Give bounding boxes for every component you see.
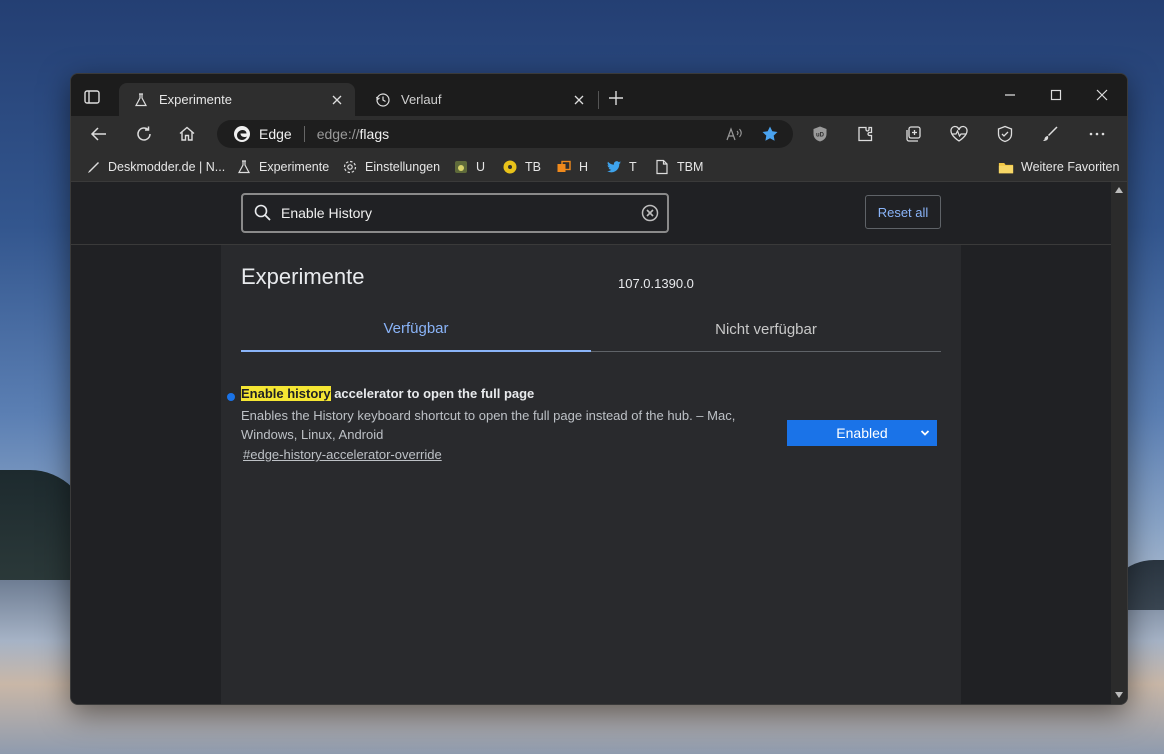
disc-icon [502,159,518,175]
favorite-tb[interactable]: TB [502,158,541,176]
modified-dot [227,393,235,401]
performance-icon[interactable] [947,122,971,146]
tab-available[interactable]: Verfügbar [241,307,591,352]
edge-brand-label: Edge [259,126,292,142]
favorite-folder-weitere[interactable]: Weitere Favoriten [998,158,1119,176]
page-title: Experimente [241,264,365,289]
flask-icon [236,159,252,175]
experiment-title-rest: accelerator to open the full page [330,386,535,401]
tab-verlauf[interactable]: Verlauf [361,83,597,116]
reset-all-button[interactable]: Reset all [865,195,941,229]
ublock-extension-icon[interactable]: uD [808,122,832,146]
tab-separator [598,91,599,109]
close-icon[interactable] [327,90,347,110]
favorite-label: TBM [677,160,704,174]
favorite-einstellungen[interactable]: Einstellungen [342,158,440,176]
tab-experimente[interactable]: Experimente [119,83,355,116]
select-value: Enabled [836,425,888,441]
search-field[interactable] [241,193,669,233]
read-aloud-icon[interactable] [725,124,745,144]
favorite-label: U [476,160,486,174]
maximize-button[interactable] [1044,84,1068,106]
favorite-label: Weitere Favoriten [1021,160,1120,174]
favorite-label: H [579,160,589,174]
refresh-button[interactable] [132,122,156,146]
scrollbar[interactable] [1111,182,1127,704]
brush-icon[interactable] [1038,122,1062,146]
navigation-toolbar: Edge edge://flags uD [71,116,1127,152]
favorite-label: Einstellungen [365,160,441,174]
browser-essentials-icon[interactable] [993,122,1017,146]
favorite-label: Deskmodder.de | N... [108,160,226,174]
favorite-label: TB [525,160,541,174]
collections-icon[interactable] [901,122,925,146]
address-text: edge://flags [316,126,390,142]
experiment-state-select[interactable]: Enabled [787,420,937,446]
clear-search-icon[interactable] [641,204,659,222]
favorite-label: Experimente [259,160,330,174]
twitter-icon [606,159,622,175]
search-highlight: Enable history [241,386,331,401]
history-icon [375,92,391,108]
extensions-icon[interactable] [853,122,877,146]
favorite-t[interactable]: T [606,158,637,176]
tab-label: Verlauf [401,92,442,107]
favorite-deskmodder[interactable]: Deskmodder.de | N... [85,158,225,176]
tab-actions-icon[interactable] [83,88,101,106]
new-tab-button[interactable] [606,88,626,108]
stack-icon [556,159,572,175]
scroll-up-arrow-icon[interactable] [1114,185,1124,195]
favorite-u[interactable]: U [453,158,485,176]
experiments-panel: Experimente 107.0.1390.0 Verfügbar Nicht… [221,245,961,704]
app-icon [453,159,469,175]
svg-text:uD: uD [816,133,825,139]
favorites-bar: Deskmodder.de | N... Experimente Einstel… [71,152,1127,182]
folder-icon [998,159,1014,175]
availability-tabs: Verfügbar Nicht verfügbar [241,307,941,352]
tab-label: Experimente [159,92,232,107]
experiment-permalink[interactable]: #edge-history-accelerator-override [243,447,442,462]
favorite-experimente[interactable]: Experimente [236,158,329,176]
address-separator [303,126,305,142]
favorite-label: T [629,160,637,174]
close-icon[interactable] [569,90,589,110]
more-menu-icon[interactable] [1085,122,1109,146]
search-input[interactable] [279,204,641,222]
search-header: Reset all [71,182,1111,245]
search-icon [254,204,271,221]
edge-logo-icon [234,126,250,142]
browser-window: Experimente Verlauf Edge edge://flags uD… [70,73,1128,705]
favorite-star-icon[interactable] [760,124,780,144]
experiment-title: Enable history accelerator to open the f… [241,386,534,401]
tab-unavailable[interactable]: Nicht verfügbar [591,307,941,351]
favorite-tbm[interactable]: TBM [654,158,703,176]
favorite-h[interactable]: H [556,158,588,176]
flags-page: Reset all Experimente 107.0.1390.0 Verfü… [71,182,1111,704]
back-button[interactable] [87,122,111,146]
title-bar: Experimente Verlauf [71,74,1127,116]
close-window-button[interactable] [1090,84,1114,106]
scroll-down-arrow-icon[interactable] [1114,690,1124,700]
home-button[interactable] [175,122,199,146]
chevron-down-icon [920,430,930,436]
page-icon [654,159,670,175]
experiment-description: Enables the History keyboard shortcut to… [241,408,736,442]
minimize-button[interactable] [998,84,1022,106]
gear-icon [342,159,358,175]
address-bar[interactable]: Edge edge://flags [217,120,793,148]
flask-icon [133,92,149,108]
pen-icon [85,159,101,175]
version-label: 107.0.1390.0 [618,276,694,291]
